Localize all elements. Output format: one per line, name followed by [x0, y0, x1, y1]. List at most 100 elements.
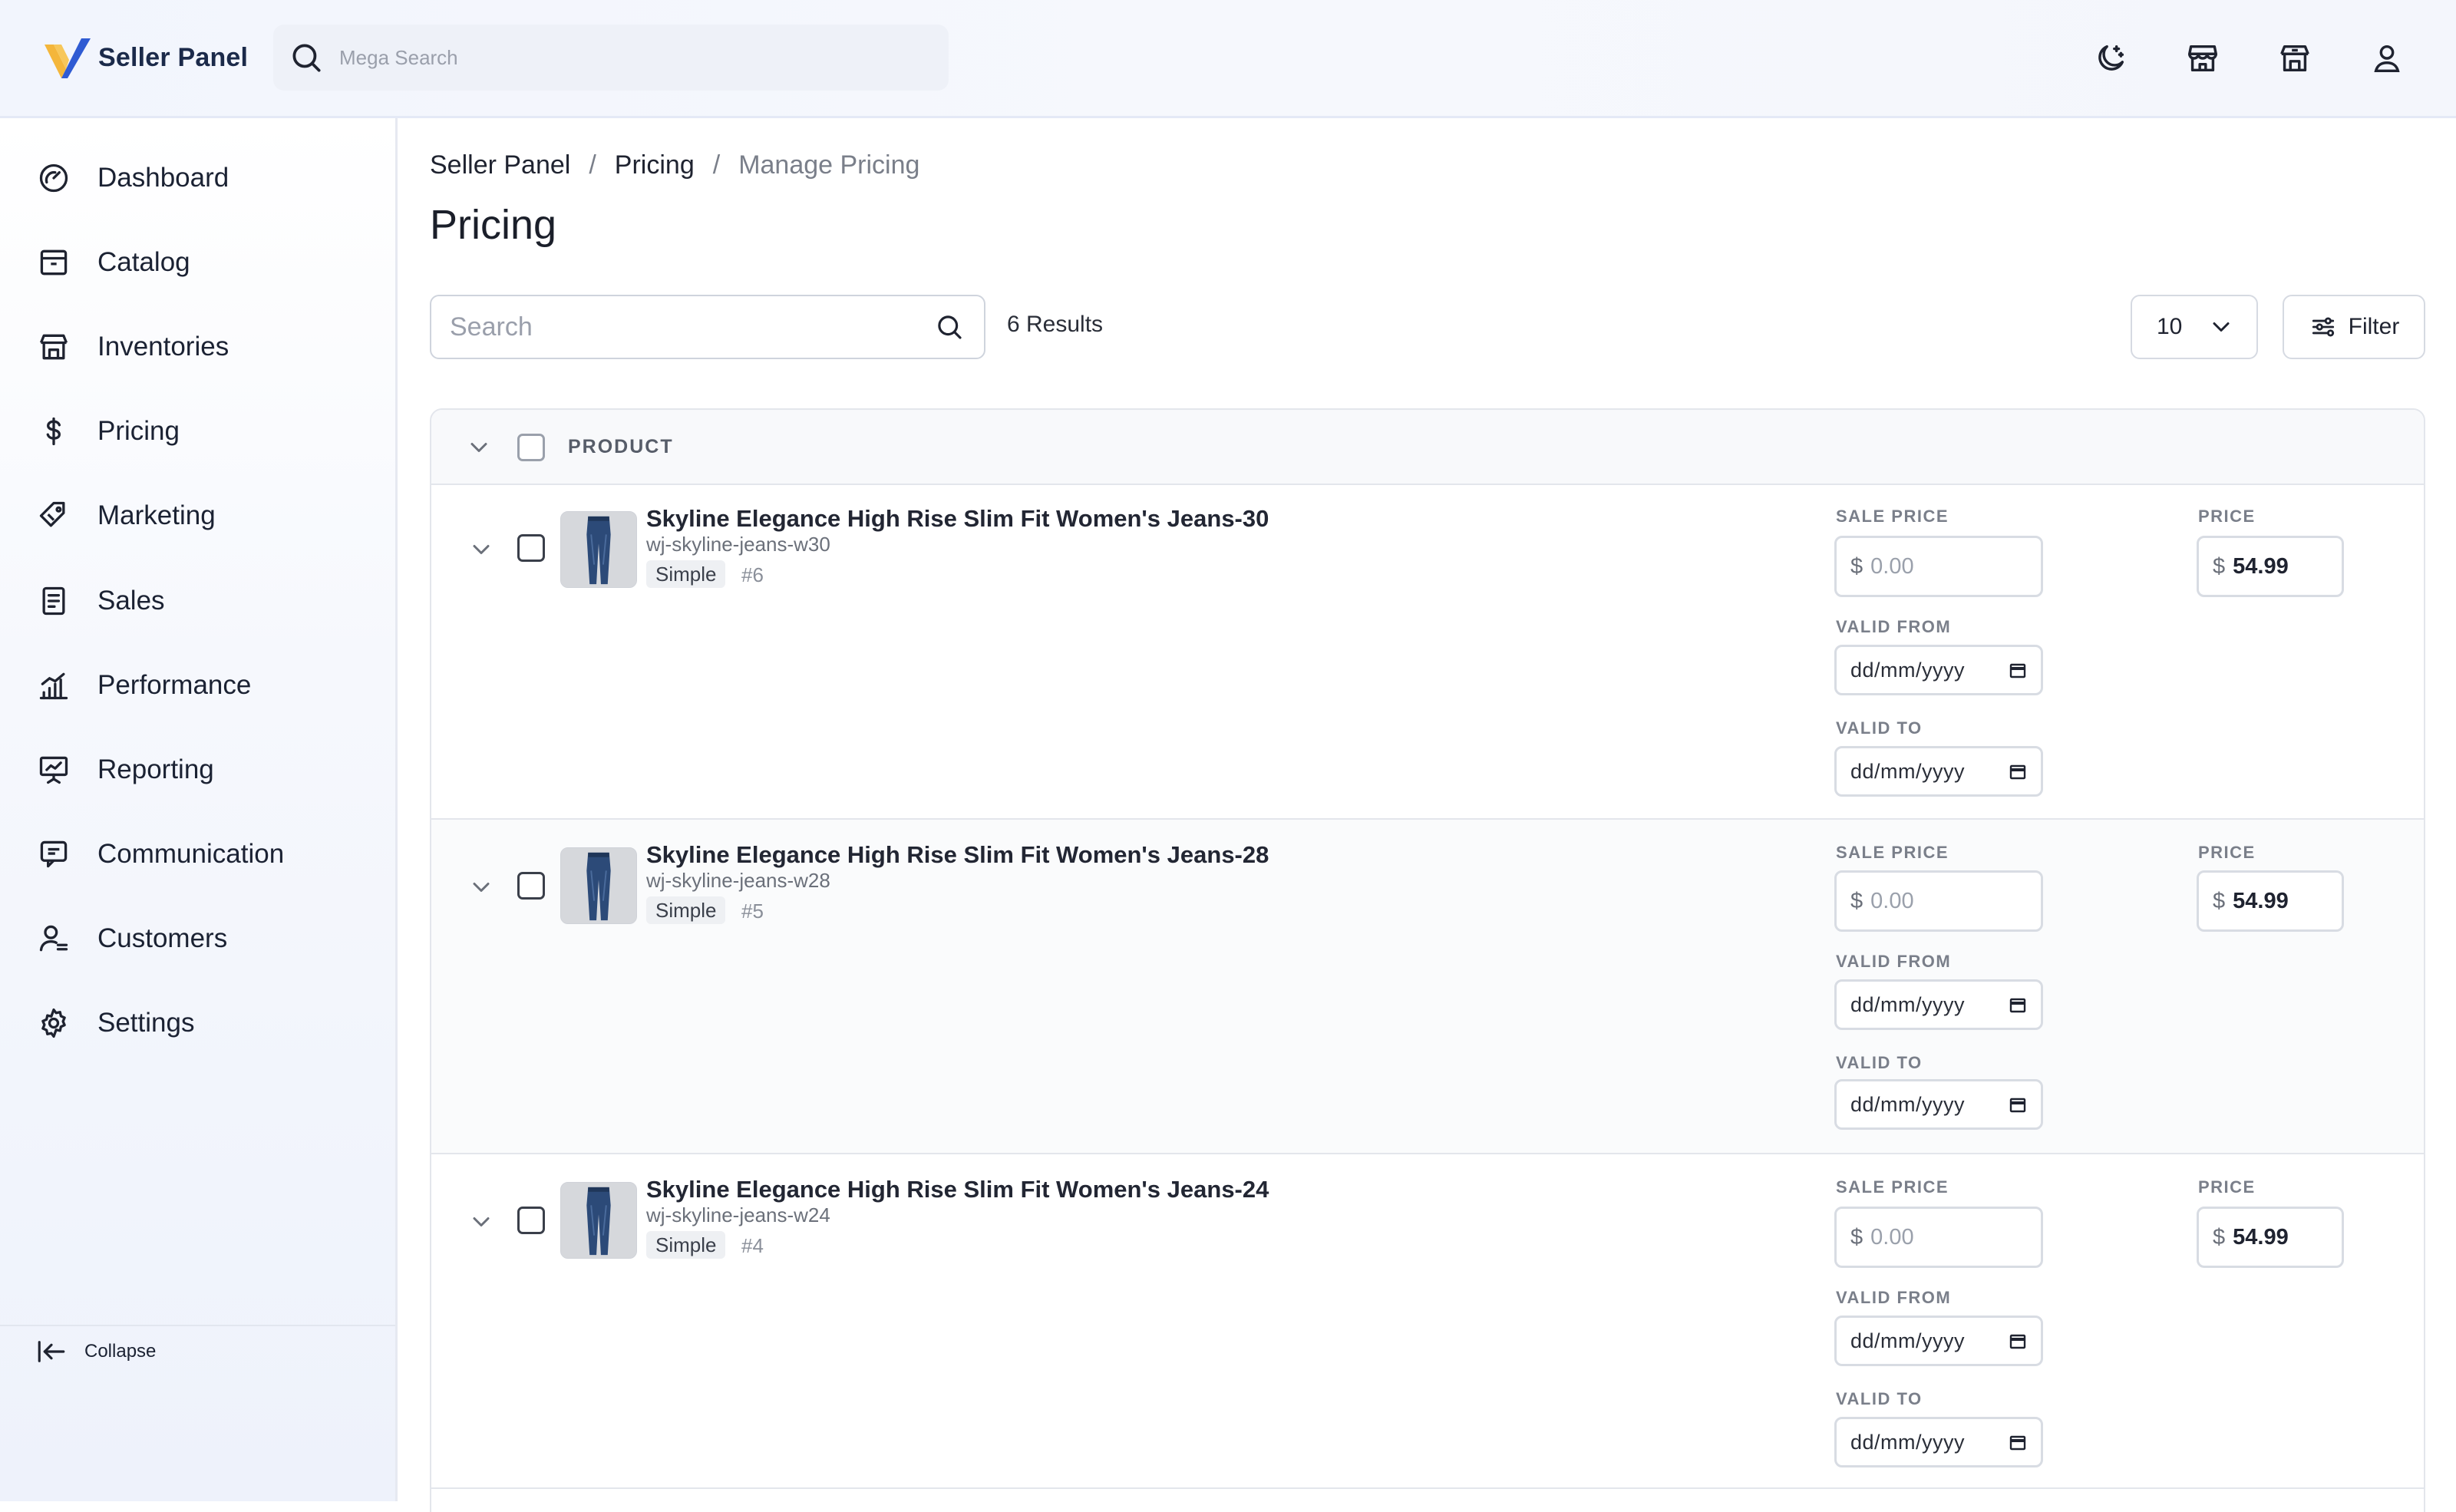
- sale-price-input[interactable]: [1870, 1224, 1979, 1250]
- expand-all-toggle[interactable]: [464, 432, 494, 463]
- price-label: PRICE: [2198, 1177, 2256, 1197]
- date-placeholder: dd/mm/yyyy: [1850, 992, 1966, 1016]
- page-size-select[interactable]: 10: [2131, 295, 2258, 359]
- product-thumbnail[interactable]: [560, 847, 637, 924]
- sale-price-field[interactable]: $: [1834, 536, 2043, 597]
- storefront-icon: [2188, 45, 2217, 72]
- product-thumbnail[interactable]: [560, 511, 637, 588]
- theme-toggle-button[interactable]: [2089, 37, 2132, 80]
- pricing-table: PRODUCT Skyline Elegance High Rise Slim …: [430, 408, 2425, 1512]
- product-thumbnail[interactable]: [560, 1182, 637, 1259]
- search-icon[interactable]: [933, 311, 966, 343]
- sidebar-item-label: Sales: [97, 586, 165, 616]
- sale-price-input[interactable]: [1870, 888, 1979, 914]
- sidebar-item-dashboard[interactable]: Dashboard: [37, 154, 375, 203]
- warehouse-button[interactable]: [2273, 37, 2316, 80]
- top-bar: Seller Panel: [0, 0, 2456, 118]
- price-input[interactable]: [2233, 1224, 2341, 1250]
- price-field[interactable]: $: [2197, 1207, 2344, 1268]
- price-field[interactable]: $: [2197, 536, 2344, 597]
- sidebar-item-reporting[interactable]: Reporting: [37, 745, 375, 794]
- price-label: PRICE: [2198, 843, 2256, 862]
- valid-from-date-input[interactable]: dd/mm/yyyy: [1834, 1316, 2043, 1366]
- valid-from-date-input[interactable]: dd/mm/yyyy: [1834, 645, 2043, 695]
- currency-symbol: $: [2213, 553, 2226, 579]
- product-id: #6: [741, 563, 764, 586]
- calendar-icon[interactable]: [2009, 995, 2027, 1014]
- product-name[interactable]: Skyline Elegance High Rise Slim Fit Wome…: [646, 1176, 1269, 1203]
- collapse-button[interactable]: Collapse: [35, 1335, 156, 1368]
- sidebar-item-label: Inventories: [97, 332, 229, 361]
- row-checkbox[interactable]: [517, 1207, 545, 1234]
- sidebar-item-sales[interactable]: Sales: [37, 576, 375, 626]
- calendar-icon[interactable]: [2009, 661, 2027, 679]
- mega-search-bar[interactable]: [273, 25, 949, 91]
- chat-icon: [40, 840, 68, 868]
- sale-price-label: SALE PRICE: [1836, 1177, 1949, 1197]
- row-expand-toggle[interactable]: [466, 1207, 497, 1237]
- product-type-badge: Simple: [646, 560, 726, 588]
- price-field[interactable]: $: [2197, 870, 2344, 932]
- product-id: #5: [741, 900, 764, 923]
- filter-button[interactable]: Filter: [2283, 295, 2425, 359]
- sidebar-item-customers[interactable]: Customers: [37, 914, 375, 963]
- calendar-icon[interactable]: [2009, 1332, 2027, 1350]
- breadcrumb-seller-panel[interactable]: Seller Panel: [430, 150, 570, 180]
- price-input[interactable]: [2233, 888, 2341, 914]
- sidebar-item-settings[interactable]: Settings: [37, 999, 375, 1048]
- row-checkbox[interactable]: [517, 534, 545, 562]
- mega-search-input[interactable]: [339, 45, 923, 70]
- filter-label: Filter: [2348, 314, 2400, 339]
- valid-to-date-input[interactable]: dd/mm/yyyy: [1834, 746, 2043, 797]
- sale-price-field[interactable]: $: [1834, 870, 2043, 932]
- user-menu-button[interactable]: [2365, 37, 2408, 80]
- jeans-image: [561, 512, 636, 587]
- sidebar-item-inventories[interactable]: Inventories: [37, 322, 375, 371]
- price-input[interactable]: [2233, 553, 2341, 579]
- valid-to-date-input[interactable]: dd/mm/yyyy: [1834, 1079, 2043, 1130]
- breadcrumb-pricing[interactable]: Pricing: [615, 150, 695, 180]
- table-search-box[interactable]: [430, 295, 985, 359]
- currency-symbol: $: [1850, 553, 1863, 579]
- sidebar: Dashboard Catalog Inventories Pricing Ma…: [0, 118, 398, 1501]
- table-header: PRODUCT: [431, 410, 2424, 485]
- valid-from-date-input[interactable]: dd/mm/yyyy: [1834, 979, 2043, 1030]
- sidebar-item-performance[interactable]: Performance: [37, 661, 375, 710]
- dashboard-icon: [39, 163, 68, 193]
- catalog-icon: [40, 249, 68, 276]
- sale-price-input[interactable]: [1870, 553, 1979, 579]
- row-expand-toggle[interactable]: [466, 534, 497, 565]
- storefront-button[interactable]: [2181, 37, 2224, 80]
- page-title: Pricing: [430, 202, 557, 248]
- product-name[interactable]: Skyline Elegance High Rise Slim Fit Wome…: [646, 505, 1269, 533]
- sidebar-item-catalog[interactable]: Catalog: [37, 238, 375, 287]
- row-checkbox[interactable]: [517, 872, 545, 900]
- sidebar-item-communication[interactable]: Communication: [37, 830, 375, 879]
- valid-from-label: VALID FROM: [1836, 617, 1952, 636]
- row-expand-toggle[interactable]: [466, 872, 497, 903]
- search-icon: [292, 44, 321, 72]
- collapse-label: Collapse: [84, 1341, 157, 1362]
- sale-price-field[interactable]: $: [1834, 1207, 2043, 1268]
- product-name[interactable]: Skyline Elegance High Rise Slim Fit Wome…: [646, 841, 1269, 869]
- select-all-checkbox[interactable]: [517, 434, 545, 461]
- sidebar-item-marketing[interactable]: Marketing: [37, 491, 375, 540]
- valid-to-date-input[interactable]: dd/mm/yyyy: [1834, 1417, 2043, 1467]
- customers-icon: [39, 925, 68, 952]
- calendar-icon[interactable]: [2009, 1095, 2027, 1114]
- app-name: Seller Panel: [98, 42, 249, 72]
- sale-price-label: SALE PRICE: [1836, 507, 1949, 526]
- calendar-icon[interactable]: [2009, 762, 2027, 781]
- bar-chart-icon: [39, 672, 68, 700]
- search-input[interactable]: [450, 312, 933, 342]
- breadcrumb: Seller Panel / Pricing / Manage Pricing: [430, 150, 919, 180]
- date-placeholder: dd/mm/yyyy: [1850, 658, 1966, 682]
- sidebar-item-label: Settings: [97, 1008, 195, 1038]
- inventories-icon: [39, 334, 68, 360]
- sidebar-item-label: Customers: [97, 923, 228, 953]
- sidebar-item-pricing[interactable]: Pricing: [37, 407, 375, 456]
- app-logo[interactable]: Seller Panel: [43, 34, 248, 81]
- currency-symbol: $: [2213, 1224, 2226, 1250]
- results-count: 6 Results: [1007, 312, 1104, 337]
- calendar-icon[interactable]: [2009, 1433, 2027, 1451]
